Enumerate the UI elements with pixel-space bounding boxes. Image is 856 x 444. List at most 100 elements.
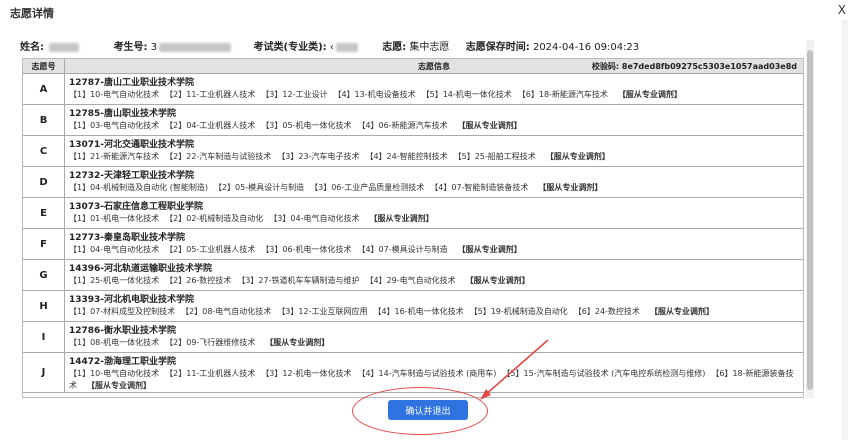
volunteer-table: 志愿号 志愿信息 校验码: 8e7ded8fb09275c5303e1057aa… — [22, 58, 804, 398]
table-row: C 13071-河北交通职业技术学院 【1】21-新能源汽车技术 【2】22-汽车制造… — [23, 136, 803, 167]
volunteer-no: F — [23, 229, 65, 259]
volunteer-no: H — [23, 291, 65, 321]
table-row: H 13393-河北机电职业技术学院 【1】07-材料成型及控制技术 【2】08-电气… — [23, 291, 803, 322]
school-name: 14472-渤海理工职业学院 — [69, 357, 177, 367]
category-redacted — [335, 42, 358, 52]
confirm-exit-button[interactable]: 确认并退出 — [388, 400, 468, 420]
table-row: D 12732-天津轻工职业技术学院 【1】04-机械制造及自动化 (智能制造) 【2… — [23, 167, 803, 198]
major-list: 【1】03-电气自动化技术 【2】04-工业机器人技术 【3】05-机电一体化技术【… — [69, 120, 803, 132]
major-item: 【4】07-模具设计与制造 — [357, 245, 448, 254]
major-item: 【1】25-机电一体化技术 — [69, 276, 160, 285]
volunteer-detail-dialog: 志愿详情 X 姓名: 考生号: 3 考试类(专业类): ‹ 志愿: 集中志愿 志… — [0, 0, 856, 444]
major-item: 【1】01-机电一体化技术 — [69, 214, 160, 223]
table-row: B 12785-唐山职业技术学院 【1】03-电气自动化技术 【2】04-工业机器人技… — [23, 105, 803, 136]
volunteer-no: G — [23, 260, 65, 290]
major-item: 【5】14-机电一体化技术 — [421, 90, 512, 99]
major-list: 【1】04-电气自动化技术 【2】05-工业机器人技术 【3】06-机电一体化技术【… — [69, 244, 803, 256]
major-item: 【4】16-机电一体化技术 — [373, 307, 464, 316]
close-icon[interactable]: X — [838, 3, 846, 17]
major-item: 【6】24-数控技术 — [573, 307, 640, 316]
major-item: 【5】15-汽车制造与试验技术 (汽车电控系统检测与维修) — [502, 369, 706, 378]
major-item: 【3】12-工业设计 — [261, 90, 328, 99]
school-name: 13071-河北交通职业技术学院 — [69, 140, 195, 150]
volunteer-no: J — [23, 353, 65, 392]
adjust-flag: 【服从专业调剂】 — [538, 183, 603, 192]
major-list: 【1】07-材料成型及控制技术 【2】08-电气自动化技术 【3】12-工业互联网应… — [69, 306, 803, 318]
checksum-value: 8e7ded8fb09275c5303e1057aad03e8d — [621, 62, 797, 71]
volunteer-no: B — [23, 105, 65, 135]
major-item: 【1】07-材料成型及控制技术 — [69, 307, 176, 316]
adjust-flag: 【服从专业调剂】 — [369, 214, 434, 223]
school-name: 13393-河北机电职业技术学院 — [69, 295, 195, 305]
major-item: 【3】05-机电一体化技术 — [261, 121, 352, 130]
adjust-flag: 【服从专业调剂】 — [465, 276, 530, 285]
major-list: 【1】10-电气自动化技术 【2】11-工业机器人技术 【3】12-工业设计 【4】1… — [69, 89, 803, 101]
major-item: 【1】21-新能源汽车技术 — [69, 152, 160, 161]
table-row: J 14472-渤海理工职业学院 【1】10-电气自动化技术 【2】11-工业机器人技… — [23, 353, 803, 393]
major-item: 【2】11-工业机器人技术 — [165, 369, 256, 378]
major-list: 【1】25-机电一体化技术 【2】26-数控技术 【3】27-铁道机车车辆制造与维护… — [69, 275, 803, 287]
table-row: A 12787-唐山工业职业技术学院 【1】10-电气自动化技术 【2】11-工业机器… — [23, 74, 803, 105]
adjust-flag: 【服从专业调剂】 — [617, 90, 682, 99]
scrollbar[interactable] — [806, 40, 814, 398]
major-item: 【1】10-电气自动化技术 — [69, 90, 160, 99]
major-item: 【4】13-机电设备技术 — [333, 90, 416, 99]
scrollbar-thumb[interactable] — [807, 50, 813, 390]
major-item: 【2】22-汽车制造与试验技术 — [165, 152, 272, 161]
dialog-title: 志愿详情 — [10, 7, 54, 20]
major-list: 【1】04-机械制造及自动化 (智能制造) 【2】05-模具设计与制造 【3】06-… — [69, 182, 803, 194]
major-item: 【2】11-工业机器人技术 — [165, 90, 256, 99]
school-name: 12786-衡水职业技术学院 — [69, 326, 177, 336]
major-list: 【1】01-机电一体化技术 【2】02-机械制造及自动化 【3】04-电气自动化技术… — [69, 213, 803, 225]
adjust-flag: 【服从专业调剂】 — [457, 245, 522, 254]
school-name: 14396-河北轨道运输职业技术学院 — [69, 264, 213, 274]
exam-no-label: 考生号: — [113, 42, 148, 53]
volunteer-no: A — [23, 74, 65, 104]
table-row: G 14396-河北轨道运输职业技术学院 【1】25-机电一体化技术 【2】26-数控… — [23, 260, 803, 291]
major-item: 【1】04-电气自动化技术 — [69, 245, 160, 254]
major-list: 【1】10-电气自动化技术 【2】11-工业机器人技术 【3】12-机电一体化技术【… — [69, 368, 803, 392]
adjust-flag: 【服从专业调剂】 — [457, 121, 522, 130]
mode-label: 志愿: — [382, 42, 407, 53]
col-info-header: 志愿信息 — [418, 62, 450, 71]
exam-no-partial: 3 — [150, 42, 158, 53]
major-item: 【3】06-工业产品质量检测技术 — [310, 183, 425, 192]
major-item: 【3】12-工业互联网应用 — [277, 307, 368, 316]
checksum: 校验码: 8e7ded8fb09275c5303e1057aad03e8d — [592, 59, 797, 74]
major-item: 【3】23-汽车电子技术 — [277, 152, 360, 161]
window-scrollbar[interactable] — [842, 20, 848, 440]
major-item: 【2】02-机械制造及自动化 — [165, 214, 264, 223]
school-name: 12732-天津轻工职业技术学院 — [69, 171, 195, 181]
category-partial: ‹ — [329, 42, 334, 53]
major-item: 【5】19-机械制造及自动化 — [469, 307, 568, 316]
major-item: 【6】18-新能源汽车技术 — [517, 90, 608, 99]
volunteer-no: D — [23, 167, 65, 197]
major-item: 【2】08-电气自动化技术 — [181, 307, 272, 316]
table-row: E 13073-石家庄信息工程职业学院 【1】01-机电一体化技术 【2】02-机械制… — [23, 198, 803, 229]
major-item: 【3】27-铁道机车车辆制造与维护 — [237, 276, 360, 285]
category-label: 考试类(专业类): — [253, 42, 327, 53]
adjust-flag: 【服从专业调剂】 — [87, 381, 151, 390]
major-list: 【1】08-机电一体化技术 【2】09-飞行器维修技术 【服从专业调剂】 — [69, 337, 803, 349]
major-item: 【4】06-新能源汽车技术 — [357, 121, 448, 130]
major-list: 【1】21-新能源汽车技术 【2】22-汽车制造与试验技术 【3】23-汽车电子技术… — [69, 151, 803, 163]
major-item: 【2】04-工业机器人技术 — [165, 121, 256, 130]
adjust-flag: 【服从专业调剂】 — [265, 338, 330, 347]
major-item: 【3】12-机电一体化技术 — [261, 369, 352, 378]
mode-value: 集中志愿 — [409, 42, 450, 53]
major-item: 【4】07-智能制造装备技术 — [430, 183, 529, 192]
student-info-bar: 姓名: 考生号: 3 考试类(专业类): ‹ 志愿: 集中志愿 志愿保存时间: … — [20, 38, 639, 53]
major-item: 【2】05-工业机器人技术 — [165, 245, 256, 254]
name-redacted — [49, 42, 80, 52]
volunteer-no: I — [23, 322, 65, 352]
table-row: F 12773-秦皇岛职业技术学院 【1】04-电气自动化技术 【2】05-工业机器人… — [23, 229, 803, 260]
adjust-flag: 【服从专业调剂】 — [649, 307, 714, 316]
major-item: 【2】09-飞行器维修技术 — [165, 338, 256, 347]
table-header: 志愿号 志愿信息 校验码: 8e7ded8fb09275c5303e1057aa… — [23, 59, 803, 74]
major-item: 【1】10-电气自动化技术 — [69, 369, 160, 378]
table-body: A 12787-唐山工业职业技术学院 【1】10-电气自动化技术 【2】11-工业机器… — [23, 74, 803, 393]
school-name: 12773-秦皇岛职业技术学院 — [69, 233, 186, 243]
major-item: 【2】05-模具设计与制造 — [213, 183, 305, 192]
table-row: I 12786-衡水职业技术学院 【1】08-机电一体化技术 【2】09-飞行器维修技… — [23, 322, 803, 353]
saved-time-label: 志愿保存时间: — [465, 42, 530, 53]
